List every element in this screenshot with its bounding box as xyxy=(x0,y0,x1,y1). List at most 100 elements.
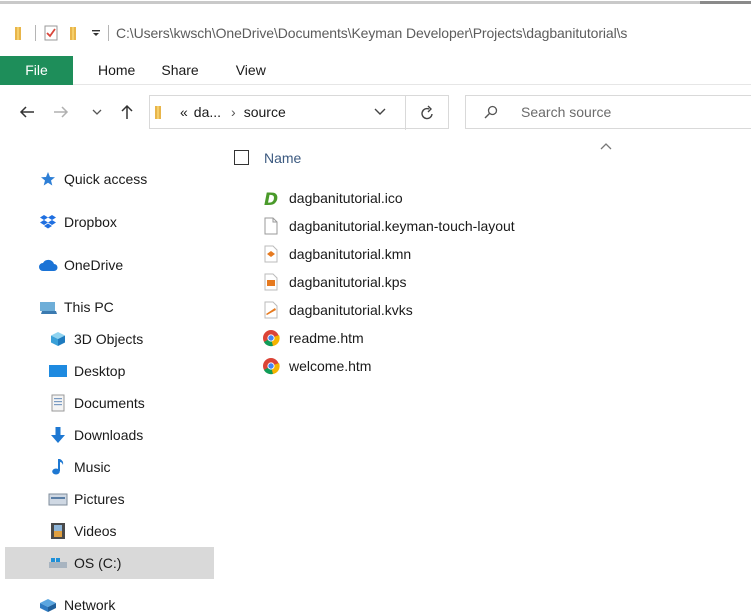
file-name: dagbanitutorial.keyman-touch-layout xyxy=(289,218,515,234)
blank-file-icon xyxy=(261,216,281,236)
file-name: dagbanitutorial.kmn xyxy=(289,246,412,262)
tab-share[interactable]: Share xyxy=(153,56,216,85)
address-folder-icon xyxy=(154,104,168,120)
keyman-file-icon xyxy=(261,244,281,264)
sidebar-item-quick-access[interactable]: Quick access xyxy=(0,163,214,195)
sidebar-item-label: Desktop xyxy=(74,363,126,379)
tab-home[interactable]: Home xyxy=(73,56,153,85)
address-dropdown-button[interactable] xyxy=(374,108,386,116)
file-list: Name D dagbanitutorial.ico dagbanitutori… xyxy=(214,138,751,614)
title-separator xyxy=(108,25,109,41)
new-folder-icon[interactable] xyxy=(69,25,83,41)
quick-access-separator xyxy=(35,25,36,41)
ribbon-tabs: File Home Share View xyxy=(0,55,751,85)
window-title-path: C:\Users\kwsch\OneDrive\Documents\Keyman… xyxy=(116,25,628,41)
window-top-edge xyxy=(0,0,751,5)
column-header-name[interactable]: Name xyxy=(264,150,301,166)
sidebar-item-onedrive[interactable]: OneDrive xyxy=(0,249,214,281)
film-icon xyxy=(48,521,68,541)
search-input[interactable]: Search source xyxy=(521,104,611,120)
sidebar-item-desktop[interactable]: Desktop xyxy=(0,355,214,387)
back-arrow-icon xyxy=(19,106,34,118)
file-name: dagbanitutorial.kvks xyxy=(289,302,413,318)
search-box[interactable]: Search source xyxy=(465,95,751,129)
breadcrumb-parent[interactable]: da... xyxy=(194,104,221,120)
file-row[interactable]: dagbanitutorial.kmn xyxy=(261,242,411,266)
keyman-ico-icon: D xyxy=(261,188,281,208)
download-arrow-icon xyxy=(48,425,68,445)
sidebar-item-dropbox[interactable]: Dropbox xyxy=(0,206,214,238)
file-name: welcome.htm xyxy=(289,358,372,374)
chevron-down-icon xyxy=(374,108,386,115)
back-button[interactable] xyxy=(14,95,40,129)
sidebar-item-network[interactable]: Network xyxy=(0,589,214,614)
file-name: dagbanitutorial.ico xyxy=(289,190,403,206)
address-bar[interactable]: « da... › source xyxy=(149,95,449,130)
tab-view[interactable]: View xyxy=(217,56,284,85)
breadcrumb-current[interactable]: source xyxy=(244,104,286,120)
document-icon xyxy=(48,393,68,413)
sidebar-item-3d-objects[interactable]: 3D Objects xyxy=(0,323,214,355)
sidebar-item-label: Pictures xyxy=(74,491,125,507)
sidebar-item-videos[interactable]: Videos xyxy=(0,515,214,547)
desktop-icon xyxy=(48,361,68,381)
folder-icon xyxy=(14,25,28,41)
sidebar-item-music[interactable]: Music xyxy=(0,451,214,483)
file-row[interactable]: readme.htm xyxy=(261,326,364,350)
refresh-icon xyxy=(420,105,433,120)
up-arrow-icon xyxy=(121,104,133,119)
sidebar-item-label: Network xyxy=(64,597,116,613)
sidebar-item-label: Documents xyxy=(74,395,145,411)
chrome-icon xyxy=(261,356,281,376)
file-row[interactable]: dagbanitutorial.kps xyxy=(261,270,407,294)
navigation-pane: Quick access Dropbox OneDrive This PC 3D… xyxy=(0,162,214,614)
sidebar-item-this-pc[interactable]: This PC xyxy=(0,291,214,323)
dropbox-icon xyxy=(38,212,58,232)
sidebar-item-os-c[interactable]: OS (C:) xyxy=(5,547,214,579)
sidebar-item-label: Videos xyxy=(74,523,117,539)
sidebar-item-documents[interactable]: Documents xyxy=(0,387,214,419)
breadcrumb-separator[interactable]: › xyxy=(231,104,236,120)
navigation-bar: « da... › source Search source xyxy=(0,95,751,130)
forward-arrow-icon xyxy=(54,106,69,118)
quick-access-dropdown-icon[interactable] xyxy=(91,28,101,38)
file-row[interactable]: D dagbanitutorial.ico xyxy=(261,186,403,210)
top-edge-line xyxy=(0,1,700,4)
network-icon xyxy=(38,595,58,614)
svg-text:D: D xyxy=(264,190,278,207)
sidebar-item-label: OneDrive xyxy=(64,257,124,273)
properties-icon[interactable] xyxy=(43,25,59,41)
sidebar-item-label: This PC xyxy=(64,299,114,315)
sidebar-item-label: Dropbox xyxy=(64,214,117,230)
title-bar: C:\Users\kwsch\OneDrive\Documents\Keyman… xyxy=(0,18,751,48)
keyman-package-icon xyxy=(261,272,281,292)
forward-button[interactable] xyxy=(48,95,74,129)
chrome-icon xyxy=(261,328,281,348)
sidebar-item-label: Music xyxy=(74,459,111,475)
file-name: dagbanitutorial.kps xyxy=(289,274,407,290)
music-note-icon xyxy=(48,457,68,477)
pictures-icon xyxy=(48,489,68,509)
file-name: readme.htm xyxy=(289,330,364,346)
cube-icon xyxy=(48,329,68,349)
refresh-button[interactable] xyxy=(405,96,449,130)
drive-icon xyxy=(48,553,68,573)
file-row[interactable]: dagbanitutorial.keyman-touch-layout xyxy=(261,214,515,238)
up-button[interactable] xyxy=(116,95,138,129)
select-all-checkbox[interactable] xyxy=(234,150,249,165)
sidebar-item-label: Quick access xyxy=(64,171,148,187)
chevron-down-icon xyxy=(92,109,102,115)
sidebar-item-pictures[interactable]: Pictures xyxy=(0,483,214,515)
recent-locations-button[interactable] xyxy=(90,95,104,129)
computer-icon xyxy=(38,297,58,317)
tab-file[interactable]: File xyxy=(0,55,73,85)
keyman-keyboard-icon xyxy=(261,300,281,320)
search-icon xyxy=(484,105,498,119)
sidebar-item-downloads[interactable]: Downloads xyxy=(0,419,214,451)
cloud-icon xyxy=(38,255,58,275)
top-edge-line-dark xyxy=(700,1,751,4)
breadcrumb-overflow[interactable]: « xyxy=(180,104,188,120)
file-row[interactable]: dagbanitutorial.kvks xyxy=(261,298,413,322)
file-row[interactable]: welcome.htm xyxy=(261,354,371,378)
sidebar-item-label: 3D Objects xyxy=(74,331,144,347)
